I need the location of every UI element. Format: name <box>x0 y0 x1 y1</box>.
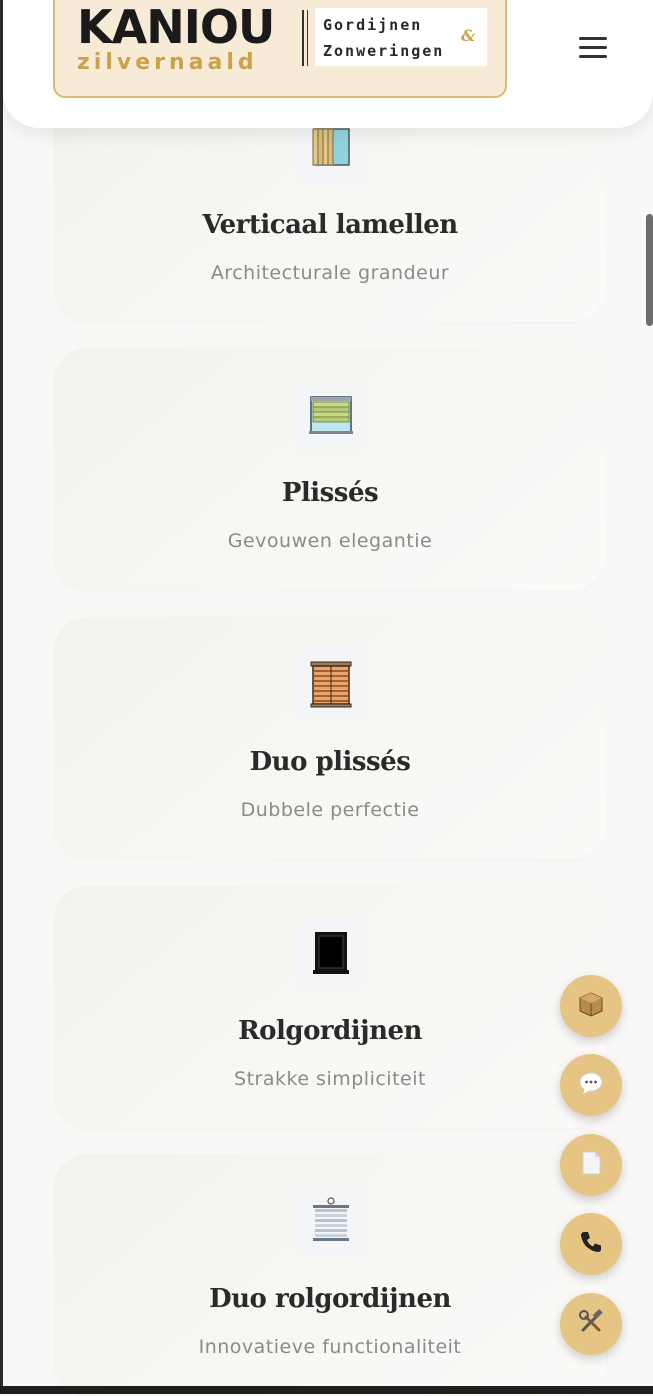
chat-button[interactable] <box>560 1054 622 1116</box>
package-icon <box>577 990 605 1022</box>
logo-ampersand: & <box>461 26 476 45</box>
hamburger-menu-icon[interactable] <box>569 30 617 70</box>
document-icon <box>578 1149 604 1181</box>
roller-blind-icon <box>296 918 366 988</box>
logo-tagline-line2: Zonweringen <box>323 42 445 60</box>
call-button[interactable] <box>560 1213 622 1275</box>
logo-divider <box>302 10 308 66</box>
tools-icon <box>577 1308 605 1340</box>
logo-brand: KANIOU <box>77 0 275 54</box>
product-card-rolgordijnen[interactable]: Rolgordijnen Strakke simpliciteit <box>54 886 606 1128</box>
phone-icon <box>578 1229 604 1259</box>
product-subtitle: Strakke simpliciteit <box>234 1068 426 1090</box>
product-title: Duo rolgordijnen <box>209 1284 451 1314</box>
product-title: Duo plissés <box>249 747 411 777</box>
product-card-duo-rolgordijnen[interactable]: Duo rolgordijnen Innovatieve functionali… <box>54 1154 606 1396</box>
site-logo[interactable]: KANIOU zilvernaald Gordijnen & Zonwering… <box>53 0 507 98</box>
quote-button[interactable] <box>560 1134 622 1196</box>
product-subtitle: Gevouwen elegantie <box>227 530 433 552</box>
site-header: KANIOU zilvernaald Gordijnen & Zonwering… <box>3 0 653 128</box>
scrollbar-thumb[interactable] <box>646 214 653 326</box>
frame-edge <box>0 0 3 1394</box>
product-card-plisses[interactable]: Plissés Gevouwen elegantie <box>54 348 606 590</box>
product-subtitle: Innovatieve functionaliteit <box>198 1336 462 1358</box>
product-subtitle: Dubbele perfectie <box>240 799 420 821</box>
package-button[interactable] <box>560 975 622 1037</box>
product-title: Rolgordijnen <box>238 1016 422 1046</box>
product-title: Verticaal lamellen <box>202 210 458 240</box>
logo-tagline-box: Gordijnen & Zonweringen <box>315 8 487 66</box>
product-subtitle: Architecturale grandeur <box>210 262 450 284</box>
duo-roller-icon <box>296 1186 366 1256</box>
product-card-duo-plisses[interactable]: Duo plissés Dubbele perfectie <box>54 617 606 859</box>
duo-pleated-icon <box>296 649 366 719</box>
service-button[interactable] <box>560 1293 622 1355</box>
frame-edge <box>0 1386 653 1394</box>
chat-bubble-icon <box>577 1069 605 1101</box>
logo-subtitle: zilvernaald <box>77 50 258 75</box>
pleated-blinds-icon <box>296 380 366 450</box>
logo-tagline-line1: Gordijnen <box>323 16 423 34</box>
product-title: Plissés <box>281 478 379 508</box>
